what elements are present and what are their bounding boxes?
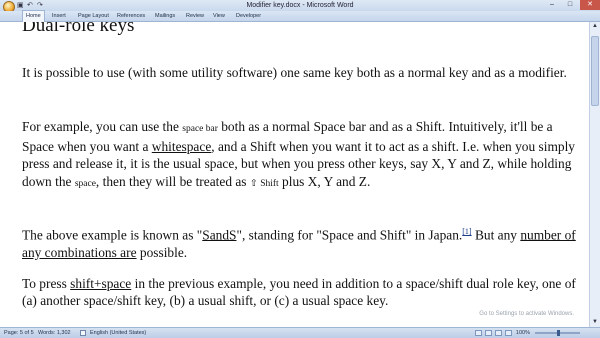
scroll-down-icon[interactable]: ▼ <box>590 318 600 327</box>
proofing-icon[interactable] <box>80 330 86 336</box>
paragraph-1: It is possible to use (with some utility… <box>22 65 567 80</box>
zoom-slider-knob[interactable] <box>557 330 560 336</box>
section-heading: Dual-role keys <box>22 22 135 36</box>
scroll-thumb[interactable] <box>591 36 599 106</box>
term-space-bar: space bar <box>182 124 218 134</box>
full-screen-icon[interactable] <box>485 330 492 336</box>
tab-references[interactable]: References <box>117 11 145 21</box>
vertical-scrollbar[interactable]: ▲ ▼ <box>589 22 600 327</box>
window-title: Modifier key.docx - Microsoft Word <box>246 2 354 9</box>
paragraph-2: For example, you can use the space bar b… <box>22 119 575 189</box>
tab-home[interactable]: Home <box>22 10 45 22</box>
close-button[interactable]: ✕ <box>580 0 600 10</box>
tab-insert[interactable]: Insert <box>52 11 66 21</box>
minimize-button[interactable]: – <box>544 0 560 10</box>
shift-key-label: ⇧ Shift <box>249 178 279 189</box>
document-area[interactable]: Dual-role keys It is possible to use (wi… <box>0 22 590 327</box>
paragraph-4: To press shift+space in the previous exa… <box>22 276 576 309</box>
tab-review[interactable]: Review <box>186 11 204 21</box>
link-sands[interactable]: SandS <box>202 227 236 242</box>
tab-view[interactable]: View <box>213 11 225 21</box>
print-layout-icon[interactable] <box>475 330 482 336</box>
web-layout-icon[interactable] <box>495 330 502 336</box>
scroll-up-icon[interactable]: ▲ <box>590 22 600 31</box>
link-whitespace[interactable]: whitespace <box>152 139 212 154</box>
paragraph-3: The above example is known as "SandS", s… <box>22 227 576 260</box>
term-shift-space: shift+space <box>70 276 132 291</box>
activation-watermark: Go to Settings to activate Windows. <box>479 311 574 317</box>
ribbon-tabs: Home Insert Page Layout References Maili… <box>0 10 600 22</box>
footnote-link[interactable]: [1] <box>462 227 471 236</box>
status-bar: Page: 5 of 5 Words: 1,302 English (Unite… <box>0 327 600 338</box>
tab-page-layout[interactable]: Page Layout <box>78 11 109 21</box>
term-space: space <box>74 178 96 189</box>
tab-mailings[interactable]: Mailings <box>155 11 175 21</box>
outline-icon[interactable] <box>505 330 512 336</box>
tab-developer[interactable]: Developer <box>236 11 261 21</box>
maximize-button[interactable]: □ <box>562 0 578 10</box>
